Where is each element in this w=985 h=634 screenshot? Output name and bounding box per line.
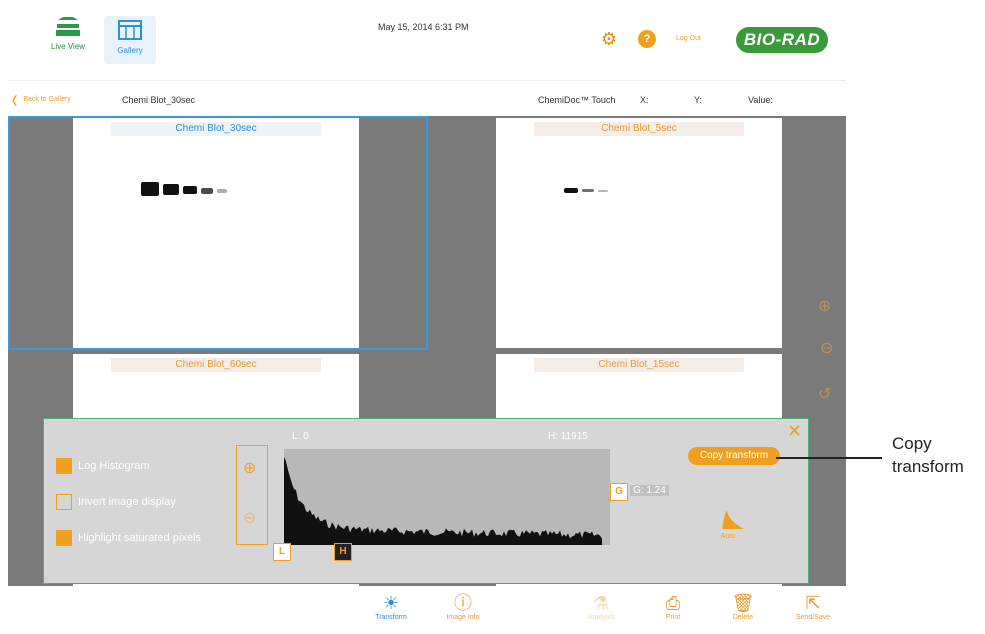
zoom-in-icon[interactable]: ⊕ bbox=[243, 458, 256, 478]
delete-button[interactable]: 🗑 Delete bbox=[718, 592, 768, 632]
live-view-button[interactable]: Live View bbox=[42, 16, 94, 64]
high-value-label: H: 11915 bbox=[548, 431, 588, 442]
device-name: ChemiDoc™ Touch bbox=[538, 95, 616, 105]
image-info-button[interactable]: ⓘ Image Info bbox=[438, 592, 488, 632]
callout-line bbox=[776, 457, 882, 459]
invert-display-checkbox[interactable] bbox=[56, 494, 72, 510]
back-label: Back to Gallery bbox=[23, 95, 71, 103]
analysis-label: Analysis bbox=[587, 614, 615, 621]
transform-label: Transform bbox=[375, 614, 407, 621]
blot-band bbox=[564, 188, 578, 193]
highlight-saturated-option[interactable]: Highlight saturated pixels bbox=[56, 529, 201, 547]
log-histogram-label: Log Histogram bbox=[78, 460, 150, 472]
trash-icon: 🗑 bbox=[731, 593, 755, 613]
histogram[interactable] bbox=[284, 449, 610, 545]
x-coordinate-label: X: bbox=[640, 95, 649, 105]
zoom-out-icon[interactable]: ⊖ bbox=[820, 338, 833, 358]
logout-link[interactable]: Log Out bbox=[676, 35, 701, 42]
highlight-saturated-label: Highlight saturated pixels bbox=[78, 532, 201, 544]
gear-icon[interactable]: ⚙ bbox=[600, 30, 618, 48]
print-label: Print bbox=[665, 614, 681, 621]
copy-transform-button[interactable]: Copy transform bbox=[688, 447, 780, 465]
back-to-gallery-button[interactable]: ‹ Back to Gallery bbox=[10, 85, 71, 113]
zoom-in-icon[interactable]: ⊕ bbox=[818, 296, 831, 316]
chevron-left-icon: ‹ bbox=[11, 83, 18, 114]
log-histogram-option[interactable]: Log Histogram bbox=[56, 457, 150, 475]
send-save-label: Send/Save bbox=[795, 614, 831, 621]
info-icon: ⓘ bbox=[454, 593, 472, 613]
histogram-zoom-controls: ⊕ ⊖ bbox=[236, 445, 268, 545]
bottom-toolbar: ☀ Transform ⓘ Image Info ⚗ Analysis ⎙ Pr… bbox=[8, 588, 846, 634]
flask-icon: ⚗ bbox=[592, 593, 610, 613]
screenshot-root: Live View Gallery May 15, 2014 6:31 PM ⚙… bbox=[0, 0, 985, 634]
callout-text: Copy transform bbox=[892, 432, 964, 478]
pixel-value-label: Value: bbox=[748, 95, 773, 105]
gallery-icon bbox=[118, 20, 142, 40]
datetime: May 15, 2014 6:31 PM bbox=[378, 22, 469, 32]
camera-icon bbox=[56, 17, 80, 36]
gallery-button[interactable]: Gallery bbox=[104, 16, 156, 64]
zoom-out-icon[interactable]: ⊖ bbox=[243, 508, 256, 528]
auto-button[interactable]: Auto bbox=[708, 509, 748, 549]
low-value-label: L: 0 bbox=[292, 431, 309, 442]
image-info-label: Image Info bbox=[446, 614, 480, 621]
top-bar: Live View Gallery May 15, 2014 6:31 PM ⚙… bbox=[8, 8, 846, 72]
auto-histogram-icon bbox=[712, 511, 744, 529]
log-histogram-checkbox[interactable] bbox=[56, 458, 72, 474]
rotate-icon[interactable]: ↺ bbox=[818, 384, 831, 404]
gallery-label: Gallery bbox=[117, 46, 143, 55]
close-icon[interactable]: ✕ bbox=[787, 421, 802, 442]
blot-band bbox=[598, 190, 608, 192]
transform-panel: ✕ Log Histogram Invert image display Hig… bbox=[43, 418, 809, 584]
selection-border bbox=[8, 116, 428, 350]
help-icon[interactable]: ? bbox=[638, 30, 656, 48]
tile-title: Chemi Blot_60sec bbox=[111, 358, 321, 372]
image-tile[interactable]: Chemi Blot_5sec bbox=[496, 118, 782, 348]
invert-display-label: Invert image display bbox=[78, 496, 176, 508]
image-filename: Chemi Blot_30sec bbox=[122, 95, 196, 105]
low-marker[interactable]: L bbox=[273, 543, 291, 561]
auto-label: Auto bbox=[720, 533, 736, 540]
send-save-button[interactable]: ⇱ Send/Save bbox=[788, 592, 838, 632]
invert-display-option[interactable]: Invert image display bbox=[56, 493, 176, 511]
tile-title: Chemi Blot_5sec bbox=[534, 122, 744, 136]
gamma-marker[interactable]: G bbox=[610, 483, 628, 501]
printer-icon: ⎙ bbox=[665, 593, 681, 613]
transform-button[interactable]: ☀ Transform bbox=[366, 592, 416, 632]
sun-icon: ☀ bbox=[382, 593, 400, 613]
y-coordinate-label: Y: bbox=[694, 95, 703, 105]
sub-bar: ‹ Back to Gallery Chemi Blot_30sec Chemi… bbox=[8, 80, 846, 116]
delete-label: Delete bbox=[732, 614, 754, 621]
histogram-plot bbox=[284, 456, 602, 545]
print-button[interactable]: ⎙ Print bbox=[648, 592, 698, 632]
callout-line-1: Copy bbox=[892, 434, 932, 453]
share-icon: ⇱ bbox=[805, 593, 821, 613]
high-marker[interactable]: H bbox=[334, 543, 352, 561]
tile-title: Chemi Blot_15sec bbox=[534, 358, 744, 372]
callout-line-2: transform bbox=[892, 457, 964, 476]
gamma-value: G: 1.24 bbox=[630, 485, 669, 496]
blot-band bbox=[582, 189, 594, 192]
app-window: Live View Gallery May 15, 2014 6:31 PM ⚙… bbox=[8, 8, 846, 634]
analysis-button[interactable]: ⚗ Analysis bbox=[576, 592, 626, 632]
bio-rad-logo: BIO-RAD bbox=[736, 27, 828, 53]
live-view-label: Live View bbox=[50, 42, 86, 51]
highlight-saturated-checkbox[interactable] bbox=[56, 530, 72, 546]
